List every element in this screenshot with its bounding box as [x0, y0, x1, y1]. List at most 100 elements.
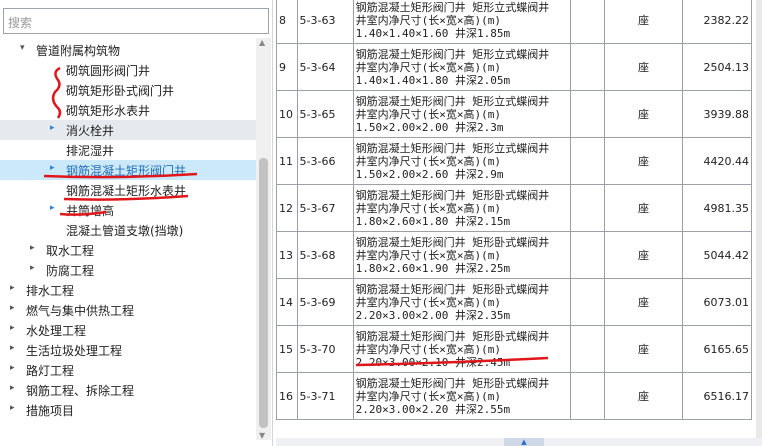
horizontal-scrollbar[interactable]: ▲ [276, 438, 762, 446]
table-row[interactable]: 14 5-3-69 钢筋混凝土矩形阀门井 矩形卧式蝶阀井 井室内净尺寸(长×宽×高)(… [276, 278, 752, 326]
empty-cell [570, 184, 606, 232]
tree-item-label: 防腐工程 [46, 264, 95, 278]
quota-name: 钢筋混凝土矩形阀门井 矩形立式蝶阀井 井室内净尺寸(长×宽×高)(m) 1.40×1… [352, 0, 572, 44]
row-index: 15 [276, 325, 298, 373]
quota-code: 5-3-71 [296, 372, 354, 420]
tree-item[interactable]: 砌筑矩形水表井 [0, 100, 256, 120]
tree-item[interactable]: ▾ 管道附属构筑物 [0, 40, 256, 60]
quota-code: 5-3-68 [296, 231, 354, 279]
unit-cell: 座 [604, 137, 683, 185]
quota-code: 5-3-69 [296, 278, 354, 326]
tree-item[interactable]: ▸ 钢筋工程、拆除工程 [0, 380, 256, 400]
unit-cell: 座 [604, 0, 683, 44]
chevron-right-icon[interactable]: ▸ [10, 303, 20, 313]
category-tree: ▾ 管道附属构筑物砌筑圆形阀门井 砌筑矩形卧式阀门井砌筑矩形水表井 ▸ 消火栓井 排泥湿井… [0, 38, 256, 440]
tree-item-label: 钢筋混凝土矩形阀门井 [66, 164, 187, 178]
tree-item[interactable]: ▸ 水处理工程 [0, 320, 256, 340]
tree-item-label: 排水工程 [26, 284, 75, 298]
tree-item-label: 钢筋混凝土矩形水表井 [66, 184, 187, 198]
tree-item[interactable]: 混凝土管道支墩(挡墩) [0, 220, 256, 240]
table-row[interactable]: 16 5-3-71 钢筋混凝土矩形阀门井 矩形卧式蝶阀井 井室内净尺寸(长×宽×高)(… [276, 372, 752, 420]
tree-item[interactable]: ▸ 措施项目 [0, 400, 256, 420]
price-cell: 5044.42 [681, 231, 752, 279]
chevron-right-icon[interactable]: ▸ [30, 263, 40, 273]
tree-item[interactable]: ▸ 钢筋混凝土矩形阀门井 [0, 160, 256, 180]
tree-panel: 搜索 ▾ 管道附属构筑物 砌筑圆形阀门井 砌筑矩形卧式阀门井 砌筑矩形水表井 ▸ 消火栓井排… [0, 0, 273, 446]
table-row[interactable]: 9 5-3-64 钢筋混凝土矩形阀门井 矩形立式蝶阀井 井室内净尺寸(长×宽×高)(m… [276, 43, 752, 91]
tree-item[interactable]: ▸ 消火栓井 [0, 120, 256, 140]
quota-name-line: 钢筋混凝土矩形阀门井 矩形卧式蝶阀井 [355, 188, 550, 202]
table-row[interactable]: 13 5-3-68 钢筋混凝土矩形阀门井 矩形卧式蝶阀井 井室内净尺寸(长×宽×高)(… [276, 231, 752, 279]
price-cell: 6073.01 [681, 278, 752, 326]
chevron-right-icon[interactable]: ▸ [50, 123, 60, 133]
tree-item-label: 取水工程 [46, 244, 95, 258]
price-cell: 6165.65 [681, 325, 752, 373]
chevron-right-icon[interactable]: ▸ [10, 283, 20, 293]
tree-item-label: 生活垃圾处理工程 [26, 344, 123, 358]
table-scrollbar[interactable] [756, 0, 762, 446]
scroll-down-icon[interactable]: ▼ [259, 431, 265, 440]
quota-code: 5-3-64 [296, 43, 354, 91]
tree-item[interactable]: ▸ 路灯工程 [0, 360, 256, 380]
tree-item-label: 钢筋工程、拆除工程 [26, 384, 135, 398]
chevron-down-icon[interactable]: ▾ [20, 43, 30, 53]
tree-item-label: 燃气与集中供热工程 [26, 304, 135, 318]
tree-item[interactable]: 排泥湿井 [0, 140, 256, 160]
empty-cell [570, 0, 606, 44]
tree-item-label: 管道附属构筑物 [36, 44, 121, 58]
tree-item[interactable]: 砌筑圆形阀门井 [0, 60, 256, 80]
chevron-right-icon[interactable]: ▸ [10, 323, 20, 333]
row-index: 12 [276, 184, 298, 232]
quota-table-panel: 8 5-3-63 钢筋混凝土矩形阀门井 矩形立式蝶阀井 井室内净尺寸(长×宽×高)(m… [276, 0, 762, 446]
quota-name: 钢筋混凝土矩形阀门井 矩形卧式蝶阀井 井室内净尺寸(长×宽×高)(m) 2.20×3… [352, 325, 572, 373]
tree-scrollbar-thumb[interactable] [259, 158, 268, 428]
row-index: 16 [276, 372, 298, 420]
quota-name-line: 钢筋混凝土矩形阀门井 矩形卧式蝶阀井 [355, 329, 550, 343]
splitter-grip-icon[interactable]: ▲ [504, 438, 544, 446]
unit-cell: 座 [604, 43, 683, 91]
tree-item-label: 混凝土管道支墩(挡墩) [66, 224, 184, 238]
chevron-right-icon[interactable]: ▸ [10, 363, 20, 373]
price-cell: 2382.22 [681, 0, 752, 44]
chevron-right-icon[interactable]: ▸ [50, 203, 60, 213]
quota-name-line: 井室内净尺寸(长×宽×高)(m) [355, 60, 501, 74]
quota-name: 钢筋混凝土矩形阀门井 矩形卧式蝶阀井 井室内净尺寸(长×宽×高)(m) 1.80×2… [352, 231, 572, 279]
table-row[interactable]: 15 5-3-70 钢筋混凝土矩形阀门井 矩形卧式蝶阀井 井室内净尺寸(长×宽×高)(… [276, 325, 752, 373]
tree-item[interactable]: ▸ 取水工程 [0, 240, 256, 260]
tree-scrollbar[interactable]: ▲ ▼ [256, 38, 271, 440]
tree-item-label: 水处理工程 [26, 324, 87, 338]
tree-item-label: 砌筑矩形水表井 [66, 104, 151, 118]
quota-name-line: 2.20×3.00×2.20 井深2.55m [355, 402, 511, 416]
row-index: 8 [276, 0, 298, 44]
tree-item[interactable]: ▸ 防腐工程 [0, 260, 256, 280]
row-index: 10 [276, 90, 298, 138]
unit-cell: 座 [604, 372, 683, 420]
tree-item[interactable]: 砌筑矩形卧式阀门井 [0, 80, 256, 100]
price-cell: 4420.44 [681, 137, 752, 185]
quota-name-line: 钢筋混凝土矩形阀门井 矩形立式蝶阀井 [355, 0, 550, 14]
chevron-right-icon[interactable]: ▸ [10, 343, 20, 353]
tree-item[interactable]: ▸ 燃气与集中供热工程 [0, 300, 256, 320]
chevron-right-icon[interactable]: ▸ [30, 243, 40, 253]
quota-name-line: 井室内净尺寸(长×宽×高)(m) [355, 295, 501, 309]
scroll-up-icon[interactable]: ▲ [259, 38, 265, 47]
search-placeholder: 搜索 [8, 16, 33, 30]
quota-name-line: 2.20×3.00×2.00 井深2.35m [355, 308, 511, 322]
tree-item-label: 措施项目 [26, 404, 75, 418]
quota-name-line: 钢筋混凝土矩形阀门井 矩形卧式蝶阀井 [355, 235, 550, 249]
chevron-right-icon[interactable]: ▸ [10, 383, 20, 393]
tree-item[interactable]: ▸ 排水工程 [0, 280, 256, 300]
quota-name-line: 井室内净尺寸(长×宽×高)(m) [355, 389, 501, 403]
tree-item[interactable]: ▸ 井筒增高 [0, 200, 256, 220]
chevron-right-icon[interactable]: ▸ [10, 403, 20, 413]
chevron-right-icon[interactable]: ▸ [50, 163, 60, 173]
table-row[interactable]: 12 5-3-67 钢筋混凝土矩形阀门井 矩形卧式蝶阀井 井室内净尺寸(长×宽×高)(… [276, 184, 752, 232]
quota-name-line: 井室内净尺寸(长×宽×高)(m) [355, 201, 501, 215]
search-input[interactable]: 搜索 [3, 8, 269, 34]
tree-item[interactable]: ▸ 生活垃圾处理工程 [0, 340, 256, 360]
table-row[interactable]: 10 5-3-65 钢筋混凝土矩形阀门井 矩形立式蝶阀井 井室内净尺寸(长×宽×高)(… [276, 90, 752, 138]
price-cell: 3939.88 [681, 90, 752, 138]
table-row[interactable]: 8 5-3-63 钢筋混凝土矩形阀门井 矩形立式蝶阀井 井室内净尺寸(长×宽×高)(m… [276, 0, 752, 44]
table-row[interactable]: 11 5-3-66 钢筋混凝土矩形阀门井 矩形立式蝶阀井 井室内净尺寸(长×宽×高)(… [276, 137, 752, 185]
tree-item[interactable]: 钢筋混凝土矩形水表井 [0, 180, 256, 200]
